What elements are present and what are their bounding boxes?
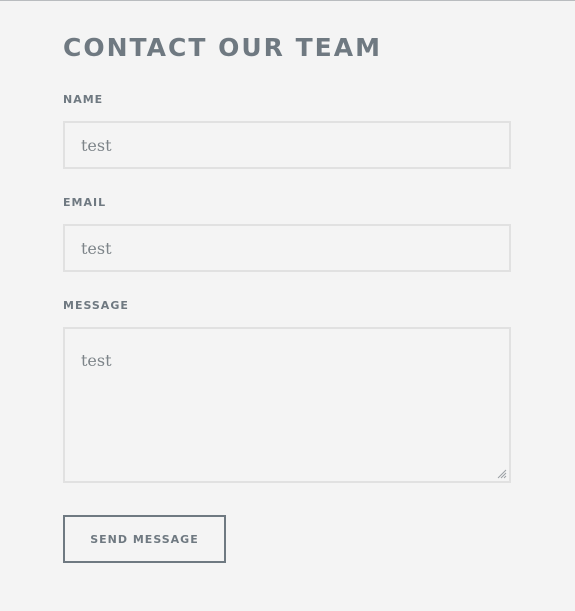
page-title: CONTACT OUR TEAM <box>63 33 382 62</box>
message-label: MESSAGE <box>63 299 129 312</box>
send-message-button[interactable]: SEND MESSAGE <box>63 515 226 563</box>
email-label: EMAIL <box>63 196 107 209</box>
resize-grip-icon[interactable] <box>495 467 507 479</box>
name-label: NAME <box>63 93 104 106</box>
name-field[interactable] <box>63 121 511 169</box>
email-field[interactable] <box>63 224 511 272</box>
message-textarea[interactable]: test <box>63 327 511 483</box>
message-text: test <box>81 351 112 370</box>
